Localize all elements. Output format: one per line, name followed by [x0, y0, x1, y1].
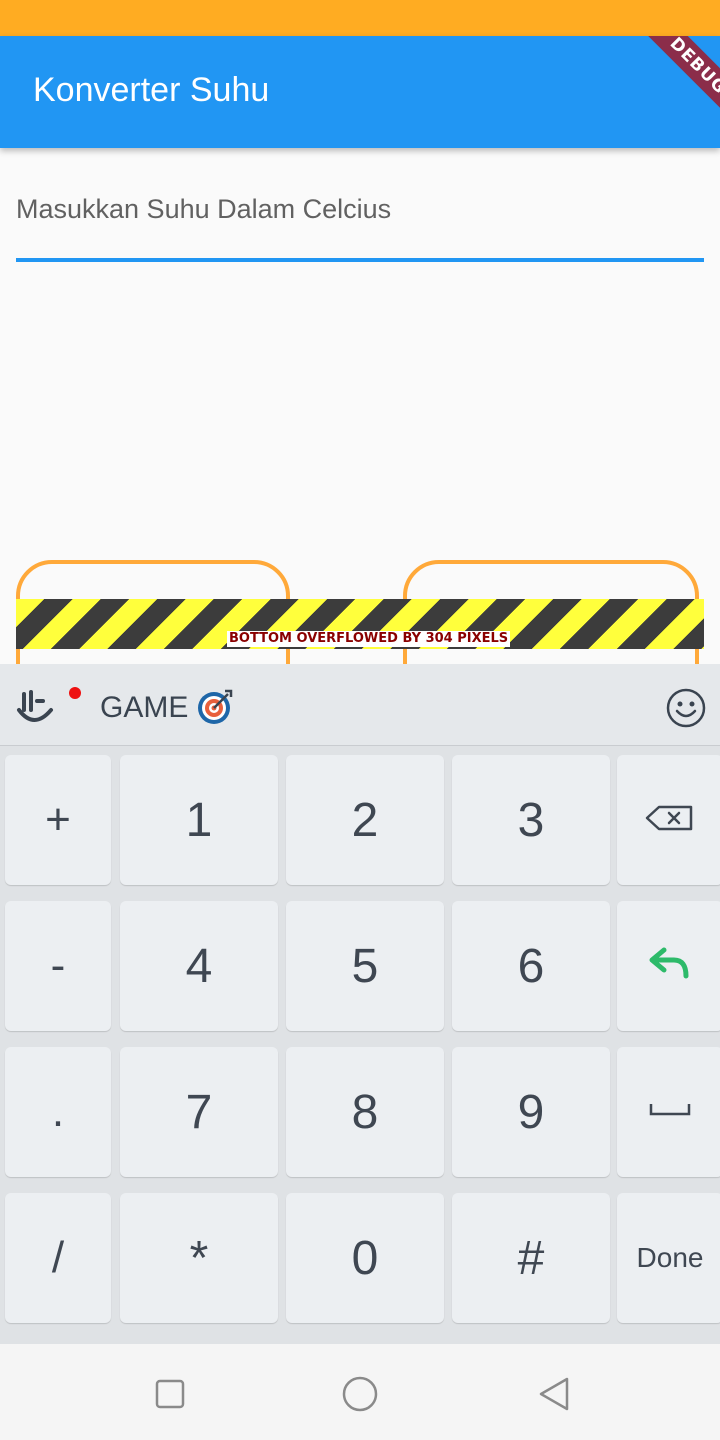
screen: Konverter Suhu DEBUG Masukkan Suhu Dalam…	[0, 0, 720, 1440]
debug-banner: DEBUG	[631, 36, 720, 133]
space-key[interactable]	[617, 1047, 720, 1177]
input-underline	[16, 258, 704, 262]
key-8[interactable]: 8	[286, 1047, 444, 1177]
key-9[interactable]: 9	[452, 1047, 610, 1177]
key-5[interactable]: 5	[286, 901, 444, 1031]
key-minus[interactable]: -	[5, 901, 111, 1031]
keyboard-toolbar: GAME	[0, 664, 720, 746]
key-slash[interactable]: /	[5, 1193, 111, 1323]
navigation-bar	[0, 1344, 720, 1440]
celsius-input[interactable]	[16, 180, 704, 258]
key-star[interactable]: *	[120, 1193, 278, 1323]
key-1[interactable]: 1	[120, 755, 278, 885]
key-7[interactable]: 7	[120, 1047, 278, 1177]
enter-arrow-icon	[648, 946, 692, 987]
key-6[interactable]: 6	[452, 901, 610, 1031]
target-icon[interactable]	[196, 688, 234, 726]
keyboard: GAME + 1 2 3 - 4 5 6 . 7 8 9 / * 0 # Don…	[0, 664, 720, 1344]
status-bar	[0, 0, 720, 36]
space-icon	[649, 1102, 691, 1123]
overflow-warning-text: BOTTOM OVERFLOWED BY 304 PIXELS	[227, 631, 511, 647]
home-icon[interactable]	[340, 1374, 380, 1414]
notification-dot	[69, 687, 81, 699]
back-icon[interactable]	[534, 1374, 574, 1414]
key-plus[interactable]: +	[5, 755, 111, 885]
key-3[interactable]: 3	[452, 755, 610, 885]
enter-key[interactable]	[617, 901, 720, 1031]
key-dot[interactable]: .	[5, 1047, 111, 1177]
backspace-icon	[645, 805, 695, 836]
key-hash[interactable]: #	[452, 1193, 610, 1323]
key-2[interactable]: 2	[286, 755, 444, 885]
key-0[interactable]: 0	[286, 1193, 444, 1323]
hand-icon[interactable]	[16, 688, 54, 726]
key-4[interactable]: 4	[120, 901, 278, 1031]
celsius-input-container[interactable]: Masukkan Suhu Dalam Celcius	[16, 180, 704, 262]
recent-apps-icon[interactable]	[150, 1374, 190, 1414]
app-bar: Konverter Suhu DEBUG	[0, 36, 720, 148]
page-title: Konverter Suhu	[33, 71, 270, 109]
emoji-icon[interactable]	[664, 686, 708, 730]
done-key[interactable]: Done	[617, 1193, 720, 1323]
game-label[interactable]: GAME	[100, 691, 188, 725]
backspace-key[interactable]	[617, 755, 720, 885]
